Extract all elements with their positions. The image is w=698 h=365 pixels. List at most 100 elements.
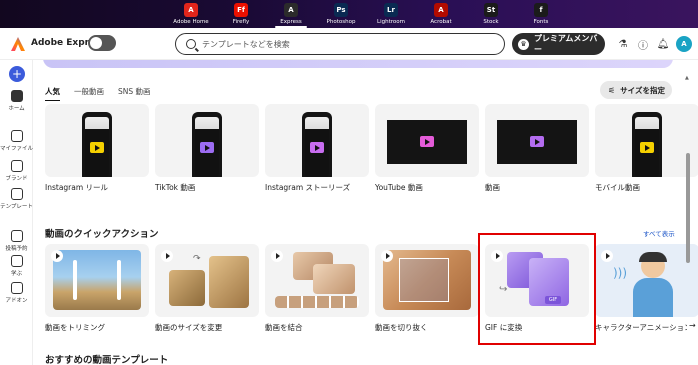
sliders-icon: ⚟ (608, 85, 616, 95)
main-content: 人気 一般動画 SNS 動画 ⚟ サイズを指定 Instagram リール Tik… (33, 60, 698, 365)
firefly-icon: Ff (234, 3, 248, 17)
rail-item-brand[interactable]: ブランド (0, 160, 33, 182)
play-badge-icon (381, 250, 393, 262)
promo-banner (43, 60, 673, 68)
tab-sns-video[interactable]: SNS 動画 (118, 86, 151, 101)
app-label: Photoshop (326, 19, 356, 25)
tab-popular[interactable]: 人気 (45, 86, 60, 101)
app-stock[interactable]: St Stock (466, 0, 516, 28)
qa-card-resize[interactable]: ↷ (155, 244, 259, 317)
rail-item-label: 学ぶ (10, 271, 22, 277)
rail-item-label: アドオン (5, 298, 28, 304)
format-card[interactable] (155, 104, 259, 177)
app-label: Lightroom (377, 19, 405, 25)
resize-arrow-icon: ↷ (193, 254, 201, 264)
app-acrobat[interactable]: A Acrobat (416, 0, 466, 28)
resize-thumb-large (209, 256, 249, 308)
app-label: Express (280, 19, 302, 25)
play-badge-icon (271, 250, 283, 262)
search-icon (186, 39, 196, 49)
play-icon (310, 142, 324, 153)
qa-card-trim[interactable] (45, 244, 149, 317)
flask-icon[interactable]: ⚗ (616, 37, 630, 51)
qa-card-merge[interactable] (265, 244, 369, 317)
top-header: Adobe Express テンプレートなどを検索 ♛ プレミアムメンバー ⚗ … (0, 28, 698, 60)
rail-item-calendar[interactable]: 投稿予約 (0, 230, 33, 252)
premium-label: プレミアムメンバー (533, 34, 598, 54)
qa-card-character-animation[interactable]: ))) (595, 244, 698, 317)
avatar[interactable]: A (676, 36, 692, 52)
home-icon (10, 90, 23, 102)
play-icon (640, 142, 654, 153)
rail-item-label: マイファイル (0, 146, 34, 152)
scroll-up-arrow-icon[interactable]: ▲ (685, 75, 689, 81)
qa-card-crop[interactable] (375, 244, 479, 317)
play-icon (90, 142, 104, 153)
play-icon (200, 142, 214, 153)
express-icon: A (284, 3, 298, 17)
premium-member-button[interactable]: ♛ プレミアムメンバー (512, 33, 605, 55)
format-label: モバイル動画 (595, 183, 640, 192)
qa-label-resize: 動画のサイズを変更 (155, 323, 223, 332)
tab-general-video[interactable]: 一般動画 (74, 86, 104, 101)
adobe-express-logo[interactable] (10, 36, 26, 52)
rail-item-template[interactable]: テンプレート (0, 188, 33, 210)
addon-icon (10, 282, 23, 294)
format-label: Instagram リール (45, 183, 109, 192)
app-adobe-home[interactable]: A Adobe Home (166, 0, 216, 28)
crop-frame (399, 258, 449, 302)
app-label: Adobe Home (173, 19, 209, 25)
format-label: TikTok 動画 (155, 183, 196, 192)
format-card[interactable] (595, 104, 698, 177)
qa-label-crop: 動画を切り抜く (375, 323, 428, 332)
format-label: Instagram ストーリーズ (265, 183, 351, 192)
trim-handle-left (73, 260, 77, 300)
format-card[interactable] (485, 104, 589, 177)
quick-actions-heading: 動画のクイックアクション (45, 229, 159, 240)
app-lightroom[interactable]: Lr Lightroom (366, 0, 416, 28)
see-all-link[interactable]: すべて表示 (643, 228, 675, 238)
app-switcher-bar: A Adobe Home Ff Firefly A Express Ps Photoshop L… (0, 0, 698, 28)
qa-label-character-animation: キャラクターアニメーションを作 (595, 323, 687, 332)
mode-toggle[interactable] (88, 35, 116, 51)
scrollbar-thumb[interactable] (686, 153, 690, 263)
resize-thumb-small (169, 270, 205, 306)
app-express[interactable]: A Express (266, 0, 316, 28)
format-card[interactable] (375, 104, 479, 177)
help-icon[interactable]: ⓘ (636, 37, 650, 52)
format-card[interactable] (45, 104, 149, 177)
brand-icon (10, 160, 23, 172)
format-label: YouTube 動画 (375, 183, 423, 192)
fonts-icon: f (534, 3, 548, 17)
acrobat-icon: A (434, 3, 448, 17)
character-body (633, 278, 673, 317)
calendar-icon (10, 230, 23, 242)
custom-size-label: サイズを指定 (620, 85, 665, 95)
app-firefly[interactable]: Ff Firefly (216, 0, 266, 28)
app-photoshop[interactable]: Ps Photoshop (316, 0, 366, 28)
learn-icon (10, 255, 23, 267)
search-placeholder: テンプレートなどを検索 (202, 39, 290, 49)
scrollbar[interactable]: ▲ (685, 75, 691, 365)
adobe-home-icon: A (184, 3, 198, 17)
app-fonts[interactable]: f Fonts (516, 0, 566, 28)
rail-item-learn[interactable]: 学ぶ (0, 255, 33, 277)
lightroom-icon: Lr (384, 3, 398, 17)
rail-item-addon[interactable]: アドオン (0, 282, 33, 304)
folder-icon (10, 130, 23, 142)
app-label: Fonts (533, 19, 549, 25)
qa-label-merge: 動画を結合 (265, 323, 303, 332)
custom-size-button[interactable]: ⚟ サイズを指定 (600, 81, 672, 99)
play-badge-icon (601, 250, 613, 262)
photoshop-icon: Ps (334, 3, 348, 17)
play-badge-icon (161, 250, 173, 262)
play-icon (420, 136, 434, 147)
format-card[interactable] (265, 104, 369, 177)
rail-item-folder[interactable]: マイファイル (0, 130, 33, 152)
rail-item-home[interactable]: ホーム (0, 90, 33, 112)
rail-item-label: 投稿予約 (5, 246, 28, 252)
bell-icon[interactable]: 🔔︎ (656, 37, 670, 51)
create-plus-button[interactable]: + (9, 66, 25, 82)
rail-item-label: ホーム (8, 106, 25, 112)
search-input[interactable]: テンプレートなどを検索 (175, 33, 505, 55)
